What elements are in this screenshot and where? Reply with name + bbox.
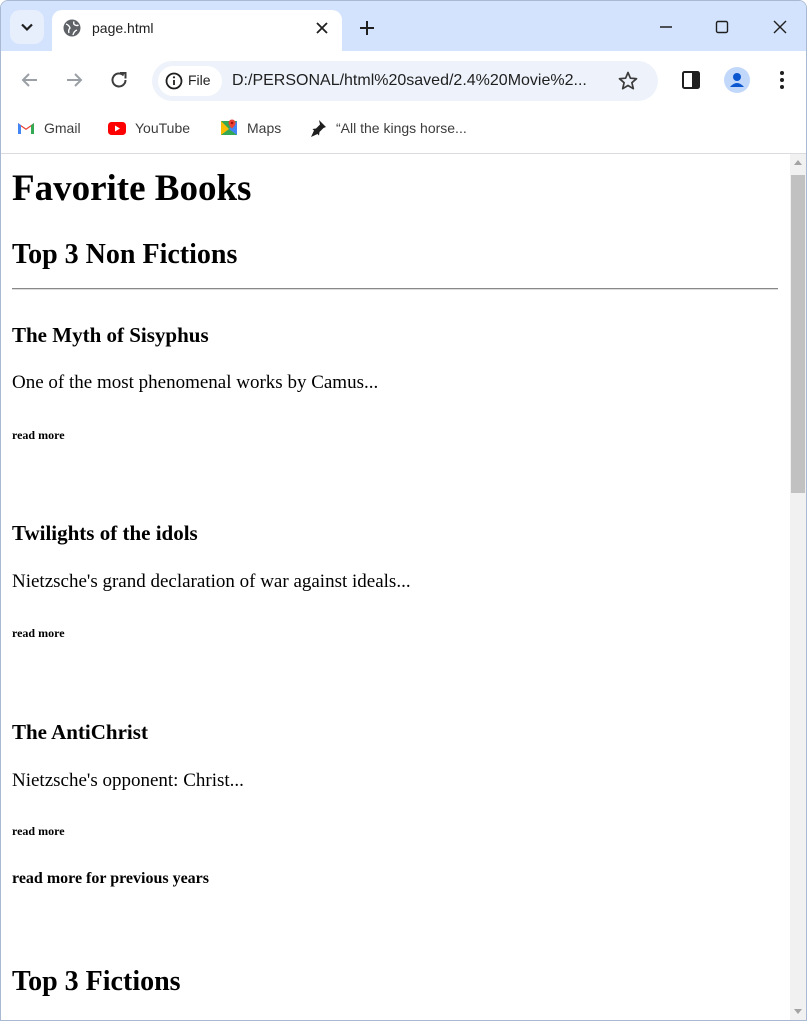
bookmark-youtube[interactable]: YouTube [107,117,190,139]
bookmark-label: Gmail [44,120,81,136]
person-icon [730,73,744,87]
scrollbar-thumb[interactable] [791,175,805,493]
bookmark-label: YouTube [135,120,191,136]
bookmark-gmail[interactable]: Gmail [16,117,81,139]
bookmark-kings-horse[interactable]: “All the kings horse... [308,117,467,139]
book-description: Nietzsche's opponent: Christ... [12,770,244,791]
back-icon[interactable] [18,68,42,92]
tab-strip: page.html [1,1,806,51]
security-chip-label: File [188,72,211,88]
site-info-chip[interactable]: File [158,66,222,96]
tab-title: page.html [92,20,154,36]
minimize-icon[interactable] [653,14,679,40]
window-close-icon[interactable] [767,14,793,40]
page-title: Favorite Books [12,168,252,209]
url-text[interactable]: D:/PERSONAL/html%20saved/2.4%20Movie%2..… [232,72,612,90]
scroll-down-arrow-icon[interactable] [794,1007,802,1015]
active-tab[interactable]: page.html [52,10,342,51]
chevron-down-icon [21,23,33,32]
divider [12,288,778,290]
info-icon [165,72,183,90]
toolbar: File D:/PERSONAL/html%20saved/2.4%20Movi… [1,51,806,109]
browser-window: page.html File D:/PERSONAL/html%20saved/… [0,0,807,1021]
read-more-link[interactable]: read more [12,428,65,443]
forward-icon[interactable] [62,68,86,92]
close-icon[interactable] [312,18,332,38]
side-panel-icon[interactable] [679,68,703,92]
new-tab-icon[interactable] [355,16,379,40]
section-heading-non-fiction: Top 3 Non Fictions [12,239,238,270]
read-more-link[interactable]: read more [12,824,65,839]
bookmark-label: “All the kings horse... [336,120,467,136]
globe-icon [63,19,81,37]
book-description: Nietzsche's grand declaration of war aga… [12,571,411,592]
section-heading-fiction: Top 3 Fictions [12,966,181,997]
bookmark-label: Maps [247,120,282,136]
bookmark-star-icon[interactable] [617,70,639,92]
page-viewport: Favorite Books Top 3 Non Fictions The My… [1,154,790,1020]
youtube-icon [108,122,126,135]
read-more-link[interactable]: read more [12,626,65,641]
tab-search-button[interactable] [10,10,44,44]
bookmark-maps[interactable]: Maps [219,117,281,139]
profile-avatar[interactable] [724,67,750,93]
book-title: Twilights of the idols [12,521,198,545]
read-more-previous-years-link[interactable]: read more for previous years [12,870,209,888]
maximize-icon[interactable] [709,14,735,40]
pin-icon [311,120,326,137]
book-description: One of the most phenomenal works by Camu… [12,372,379,393]
scroll-up-arrow-icon[interactable] [794,159,802,167]
maps-icon [221,119,237,135]
kebab-menu-icon[interactable] [770,68,794,92]
book-title: The Myth of Sisyphus [12,323,209,347]
address-bar[interactable]: File D:/PERSONAL/html%20saved/2.4%20Movi… [152,61,658,101]
book-title: The AntiChrist [12,720,148,744]
vertical-scrollbar[interactable] [790,154,806,1020]
reload-icon[interactable] [107,68,131,92]
gmail-icon [18,123,34,134]
bookmarks-bar: Gmail YouTube Maps “All the kings horse.… [1,109,806,154]
